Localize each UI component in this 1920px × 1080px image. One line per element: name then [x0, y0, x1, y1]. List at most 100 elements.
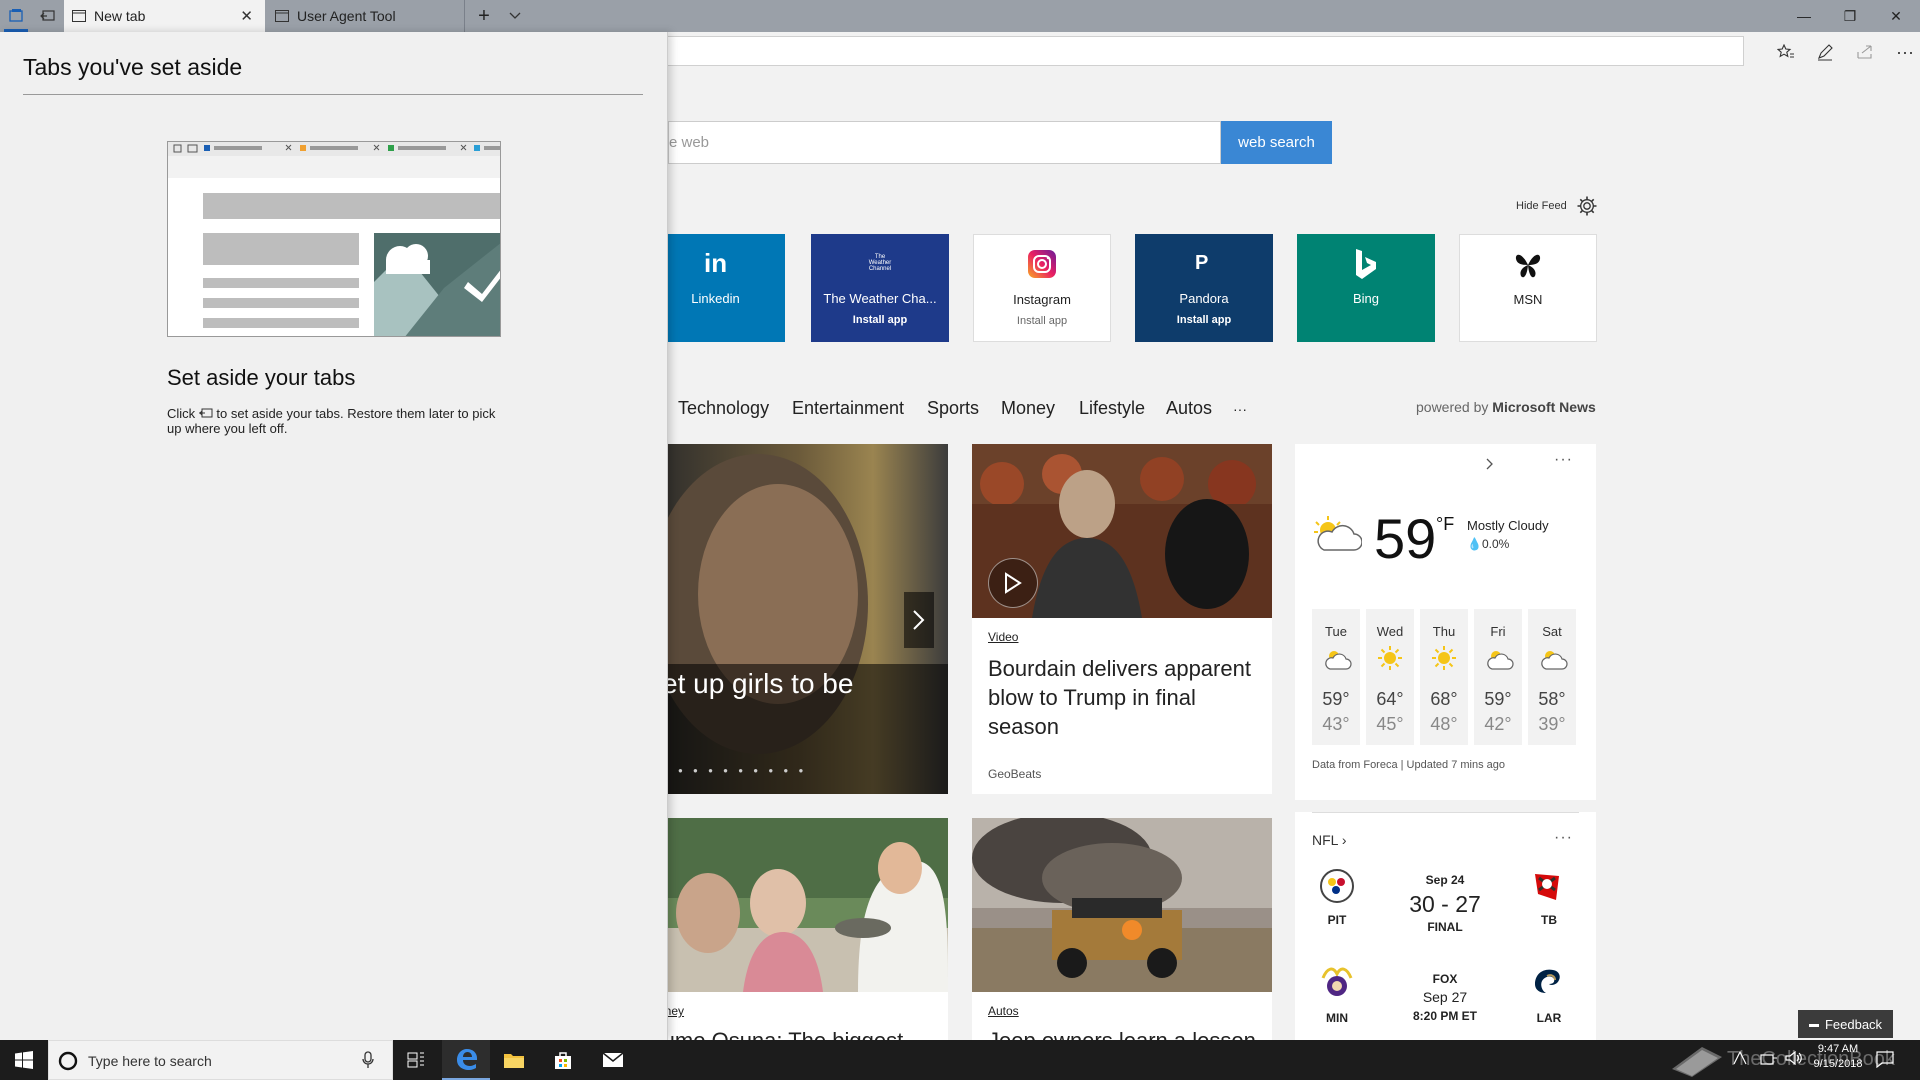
carousel-next-button[interactable] — [904, 592, 934, 648]
favorites-star-icon[interactable] — [1772, 38, 1800, 66]
play-icon[interactable] — [988, 558, 1038, 608]
day-low: 45° — [1376, 714, 1404, 734]
tile-instagram[interactable]: Instagram Install app — [973, 234, 1111, 342]
install-app-label[interactable]: Install app — [974, 315, 1110, 327]
search-placeholder: e web — [669, 134, 710, 151]
category-sports[interactable]: Sports — [927, 398, 979, 419]
linkedin-icon: in — [704, 248, 728, 278]
minimize-button[interactable]: — — [1781, 0, 1827, 32]
tile-bing[interactable]: Bing — [1297, 234, 1435, 342]
microphone-icon[interactable] — [362, 1051, 374, 1069]
autos-news-card[interactable]: Autos Jeep owners learn a lesson — [972, 818, 1272, 1040]
money-news-card[interactable]: Money Sumo Osuna: The biggest — [648, 818, 948, 1040]
gear-icon[interactable] — [1576, 195, 1598, 217]
microsoft-news-brand[interactable]: Microsoft News — [1492, 399, 1595, 415]
forecast-day[interactable]: Tue 59° 43° — [1312, 609, 1360, 745]
maximize-button[interactable]: ❐ — [1827, 0, 1873, 32]
card-headline[interactable]: Jeep owners learn a lesson — [988, 1028, 1268, 1040]
bing-icon — [1353, 248, 1379, 280]
temperature-unit[interactable]: °F — [1436, 514, 1454, 535]
video-news-card[interactable]: Video Bourdain delivers apparent blow to… — [972, 444, 1272, 794]
day-low: 43° — [1322, 714, 1350, 734]
address-bar[interactable] — [660, 36, 1744, 66]
action-center-icon[interactable] — [1876, 1050, 1894, 1068]
more-categories-button[interactable]: ··· — [1233, 401, 1247, 417]
page-icon — [72, 10, 86, 22]
card-category[interactable]: Autos — [988, 1004, 1019, 1018]
wifi-icon[interactable] — [1760, 1051, 1778, 1065]
forecast-day[interactable]: Wed 64° 45° — [1366, 609, 1414, 745]
edge-taskbar-icon[interactable] — [442, 1040, 490, 1080]
tile-msn[interactable]: MSN — [1459, 234, 1597, 342]
category-money[interactable]: Money — [1001, 398, 1055, 419]
new-tab-button[interactable]: + — [470, 0, 498, 32]
description-end: to set aside your tabs. Restore them lat… — [167, 406, 496, 436]
hero-headline[interactable]: set up girls to be — [648, 668, 853, 700]
nfl-scores-card[interactable]: NFL › ··· PIT Sep 24 30 - 27 FINAL TB MI… — [1295, 812, 1596, 1040]
powered-by: powered by Microsoft News — [1416, 399, 1596, 415]
weather-card[interactable]: ··· 59 °F Mostly Cloudy 💧0.0% Tue 59° 43… — [1295, 444, 1596, 800]
mail-icon[interactable] — [589, 1040, 637, 1080]
day-name: Wed — [1376, 624, 1404, 639]
category-autos[interactable]: Autos — [1166, 398, 1212, 419]
more-icon[interactable]: ··· — [1891, 38, 1919, 66]
category-lifestyle[interactable]: Lifestyle — [1079, 398, 1145, 419]
nfl-title[interactable]: NFL › — [1312, 832, 1347, 848]
forecast-day[interactable]: Sat 58° 39° — [1528, 609, 1576, 745]
pen-notes-icon[interactable] — [1811, 38, 1839, 66]
raindrop-icon: 💧 — [1467, 537, 1482, 551]
feedback-label: Feedback — [1824, 1016, 1883, 1032]
tile-pandora[interactable]: P Pandora Install app — [1135, 234, 1273, 342]
share-icon[interactable] — [1851, 38, 1879, 66]
navigation-bar: ··· — [660, 32, 1920, 72]
clock[interactable]: 9:47 AM 9/15/2018 — [1808, 1042, 1868, 1072]
more-options-icon[interactable]: ··· — [1554, 829, 1573, 847]
category-entertainment[interactable]: Entertainment — [792, 398, 904, 419]
feedback-button[interactable]: ▬ Feedback — [1798, 1010, 1893, 1038]
tab-new-tab[interactable]: New tab ✕ — [64, 0, 265, 32]
hide-feed-link[interactable]: Hide Feed — [1516, 200, 1567, 212]
tab-list-button[interactable] — [503, 0, 527, 32]
windows-start-icon[interactable] — [0, 1040, 48, 1080]
set-aside-tabs-view-icon[interactable] — [2, 3, 30, 29]
close-window-button[interactable]: ✕ — [1873, 0, 1919, 32]
weather-condition: Mostly Cloudy — [1467, 518, 1549, 533]
sunny-icon — [1431, 645, 1457, 671]
tab-user-agent-tool[interactable]: User Agent Tool — [265, 0, 465, 32]
task-view-icon[interactable] — [392, 1040, 440, 1080]
page-icon — [275, 10, 289, 22]
tile-weather-channel[interactable]: The Weather Channel The Weather Cha... Ins… — [811, 234, 949, 342]
weather-channel-logo-icon: The Weather Channel — [868, 254, 892, 272]
game-time: 8:20 PM ET — [1412, 1009, 1478, 1023]
divider — [23, 94, 643, 95]
partly-cloudy-icon — [1538, 647, 1568, 671]
install-app-label[interactable]: Install app — [811, 314, 949, 326]
card-category[interactable]: Video — [988, 630, 1018, 644]
tab-label: New tab — [94, 8, 146, 24]
volume-icon[interactable] — [1785, 1051, 1803, 1065]
day-high: 58° — [1538, 689, 1566, 709]
hero-carousel-card[interactable]: set up girls to be ● ● ● ● ● ● ● ● ● — [648, 444, 948, 794]
carousel-dots[interactable]: ● ● ● ● ● ● ● ● ● — [678, 766, 807, 775]
taskbar-search-box[interactable]: Type here to search — [48, 1040, 393, 1080]
more-options-icon[interactable]: ··· — [1554, 451, 1573, 469]
file-explorer-icon[interactable] — [490, 1040, 538, 1080]
store-icon[interactable] — [539, 1040, 587, 1080]
network-icon[interactable] — [1733, 1051, 1747, 1065]
card-headline[interactable]: Sumo Osuna: The biggest — [648, 1028, 948, 1040]
chevron-right-icon[interactable] — [1486, 458, 1494, 470]
tile-label: Pandora — [1179, 291, 1229, 306]
web-search-button[interactable]: web search — [1221, 121, 1332, 164]
set-aside-tabs-icon[interactable] — [34, 3, 62, 29]
set-aside-illustration — [167, 141, 501, 337]
game-score[interactable]: 30 - 27 — [1375, 891, 1515, 918]
category-technology[interactable]: Technology — [678, 398, 769, 419]
cortana-circle-icon — [58, 1051, 78, 1071]
web-search-input[interactable]: e web — [668, 121, 1221, 164]
forecast-day[interactable]: Fri 59° 42° — [1474, 609, 1522, 745]
install-app-label[interactable]: Install app — [1135, 314, 1273, 326]
forecast-day[interactable]: Thu 68° 48° — [1420, 609, 1468, 745]
close-tab-icon[interactable]: ✕ — [240, 7, 253, 25]
card-headline[interactable]: Bourdain delivers apparent blow to Trump… — [988, 654, 1258, 741]
weather-source[interactable]: Data from Foreca | Updated 7 mins ago — [1312, 759, 1505, 771]
